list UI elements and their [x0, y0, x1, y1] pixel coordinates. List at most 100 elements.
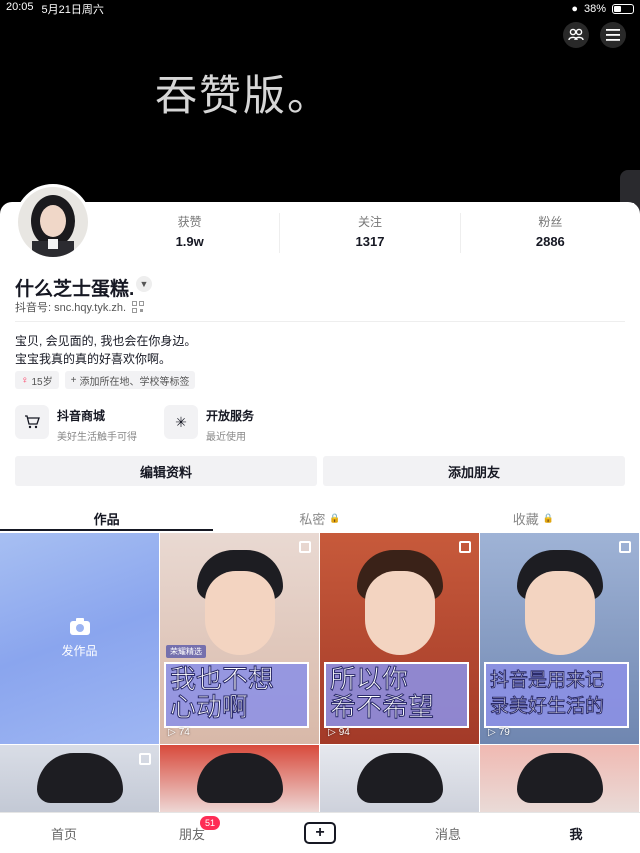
cart-icon	[15, 405, 49, 439]
video-tile[interactable]: 抖音是用来记 录美好生活的 ▷ 79	[480, 533, 639, 744]
battery-percent: 38%	[583, 3, 606, 15]
multi-image-icon	[139, 753, 151, 765]
status-bar: 20:05 5月21日周六 ● 38%	[0, 0, 640, 18]
nav-friends[interactable]: 朋友 51	[128, 813, 256, 853]
battery-fill	[614, 6, 621, 12]
play-count-value: 79	[498, 727, 510, 738]
play-icon: ▷	[488, 727, 496, 738]
service-subtitle: 最近使用	[206, 432, 246, 443]
age-tag[interactable]: ♀ 15岁	[15, 371, 59, 389]
nav-label: 我	[569, 826, 583, 842]
stat-label: 粉丝	[538, 215, 563, 229]
profile-banner[interactable]: 20:05 5月21日周六 ● 38% 吞赞版。	[0, 0, 640, 215]
tab-label: 收藏	[512, 511, 539, 527]
menu-icon	[606, 29, 620, 41]
play-count-value: 74	[178, 727, 190, 738]
bio-line: 宝贝, 会见面的, 我也会在你身边。	[15, 334, 197, 348]
camera-icon	[69, 618, 90, 635]
age-label: 15岁	[31, 376, 53, 388]
play-icon: ▷	[328, 727, 336, 738]
divider	[15, 321, 625, 322]
douyin-id-row: 抖音号: snc.hqy.tyk.zh.	[15, 299, 145, 315]
tab-favorites[interactable]: 收藏 🔒	[427, 503, 640, 533]
edit-profile-button[interactable]: 编辑资料	[15, 456, 317, 486]
play-count: ▷ 74	[168, 727, 190, 738]
multi-image-icon	[619, 541, 631, 553]
tab-private[interactable]: 私密 🔒	[213, 503, 426, 533]
service-title: 抖音商城	[57, 409, 106, 423]
add-tag-button[interactable]: + 添加所在地、学校等标签	[64, 371, 196, 389]
plus-icon: +	[304, 822, 336, 844]
service-shop[interactable]: 抖音商城 美好生活触手可得	[15, 405, 137, 443]
stats-bar: 获赞 1.9w 关注 1317 粉丝 2886	[100, 213, 640, 253]
stat-likes[interactable]: 获赞 1.9w	[100, 213, 279, 253]
tab-indicator	[0, 529, 213, 531]
friends-icon	[568, 28, 584, 41]
banner-text: 吞赞版。	[155, 71, 332, 120]
tab-label: 作品	[93, 511, 120, 527]
stat-label: 获赞	[177, 215, 202, 229]
thumbnail-caption: 抖音是用来记	[489, 669, 605, 692]
battery-icon	[612, 4, 634, 14]
stat-following[interactable]: 关注 1317	[279, 213, 459, 253]
service-open[interactable]: ✳ 开放服务 最近使用	[164, 405, 254, 443]
thumbnail-face	[364, 570, 435, 655]
status-time: 20:05	[6, 1, 34, 13]
stat-label: 关注	[357, 215, 382, 229]
bio-line: 宝宝我真的真的好喜欢你啊。	[15, 352, 172, 366]
bottom-nav: 首页 朋友 51 + 消息 我	[0, 812, 640, 853]
friends-icon-button[interactable]	[563, 22, 589, 48]
video-tile[interactable]: 所以你 希不希望 ▷ 94	[320, 533, 479, 744]
multi-image-icon	[299, 541, 311, 553]
nav-create[interactable]: +	[256, 813, 384, 853]
bio: 宝贝, 会见面的, 我也会在你身边。 宝宝我真的真的好喜欢你啊。	[15, 332, 196, 368]
menu-button[interactable]	[600, 22, 626, 48]
play-count: ▷ 79	[488, 727, 510, 738]
service-subtitle: 美好生活触手可得	[57, 432, 137, 443]
qrcode-icon[interactable]	[132, 301, 145, 313]
thumbnail-face	[524, 570, 595, 655]
publish-tile[interactable]: 发作品	[0, 533, 159, 744]
thumbnail-figure	[356, 753, 443, 803]
nav-home[interactable]: 首页	[0, 813, 128, 853]
thumbnail-caption: 希不希望	[329, 693, 435, 724]
lock-icon: 🔒	[329, 512, 341, 523]
douyin-id: 抖音号: snc.hqy.tyk.zh.	[15, 302, 127, 314]
account-switch-button[interactable]: ▼	[136, 276, 152, 292]
add-tag-label: 添加所在地、学校等标签	[79, 376, 190, 388]
tab-label: 私密	[299, 511, 326, 527]
nav-messages[interactable]: 消息	[384, 813, 512, 853]
nav-label: 首页	[50, 826, 77, 842]
lock-icon: 🔒	[542, 512, 554, 523]
asterisk-icon: ✳	[164, 405, 198, 439]
notification-badge: 51	[200, 816, 220, 830]
stat-value: 1.9w	[175, 234, 204, 249]
stat-followers[interactable]: 粉丝 2886	[459, 213, 640, 253]
wifi-icon: ●	[571, 3, 578, 15]
thumbnail-figure	[196, 753, 283, 803]
thumbnail-figure	[516, 753, 603, 803]
profile-name: 什么芝士蛋糕.	[15, 279, 135, 300]
caret-down-icon: ▼	[139, 279, 149, 289]
video-tile[interactable]: 荣耀精选 我也不想 心动啊 ▷ 74	[160, 533, 319, 744]
plus-icon: +	[70, 374, 77, 386]
thumbnail-caption: 心动啊	[169, 693, 249, 724]
avatar[interactable]	[15, 184, 91, 260]
thumbnail-caption: 录美好生活的	[489, 695, 605, 718]
add-friend-button[interactable]: 添加朋友	[323, 456, 625, 486]
thumbnail-figure	[36, 753, 123, 803]
stat-value: 2886	[535, 234, 565, 249]
nav-me[interactable]: 我	[512, 813, 640, 853]
stat-value: 1317	[355, 234, 385, 249]
thumbnail-face	[204, 570, 275, 655]
avatar-image	[18, 187, 88, 257]
female-icon: ♀	[21, 374, 29, 386]
tags-row: ♀ 15岁 + 添加所在地、学校等标签	[15, 371, 196, 389]
service-title: 开放服务	[206, 409, 255, 423]
multi-image-icon	[459, 541, 471, 553]
play-icon: ▷	[168, 727, 176, 738]
publish-label: 发作品	[61, 644, 98, 658]
status-date: 5月21日周六	[41, 4, 104, 16]
play-count-value: 94	[338, 727, 350, 738]
works-grid: 发作品 荣耀精选 我也不想 心动啊 ▷ 74 所以你 希不希望 ▷ 94 抖音是用来…	[0, 533, 640, 825]
